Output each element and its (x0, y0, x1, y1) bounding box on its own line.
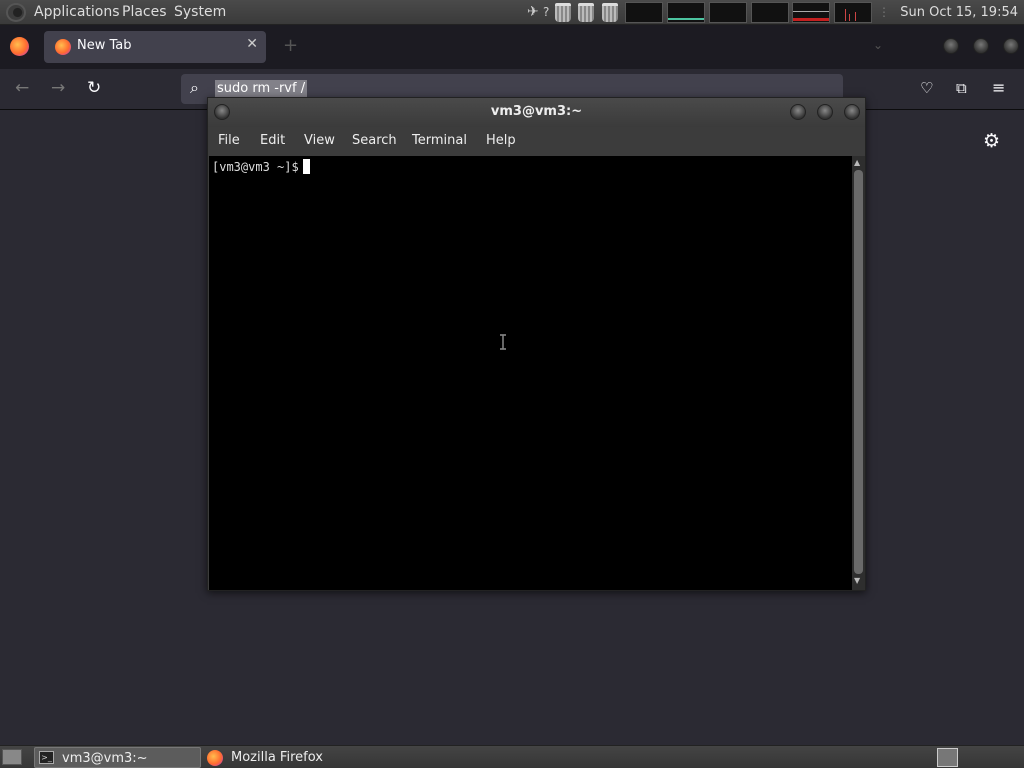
close-tab-icon[interactable]: ✕ (246, 36, 258, 52)
menu-edit[interactable]: Edit (260, 133, 285, 148)
terminal-menubar: File Edit View Search Terminal Help (208, 127, 865, 155)
terminal-icon: >_ (39, 751, 54, 764)
terminal-screen[interactable]: [vm3@vm3 ~]$ (209, 156, 852, 590)
menu-help[interactable]: Help (486, 133, 516, 148)
terminal-window[interactable]: vm3@vm3:~ File Edit View Search Terminal… (207, 97, 866, 591)
extensions-icon[interactable]: ⧉ (956, 79, 967, 97)
places-menu[interactable]: Places (122, 0, 167, 25)
new-tab-button[interactable]: + (283, 35, 298, 56)
system-monitor-disk[interactable] (834, 2, 872, 23)
pocket-icon[interactable]: ♡ (920, 79, 933, 97)
applications-menu[interactable]: Applications (34, 0, 120, 25)
terminal-scrollbar[interactable]: ▲ ▼ (852, 156, 865, 590)
firefox-tabstrip: New Tab ✕ + ⌄ (0, 25, 1024, 69)
menu-search[interactable]: Search (352, 133, 397, 148)
trash-icon[interactable] (555, 3, 571, 22)
maximize-window-icon[interactable] (973, 38, 989, 54)
settings-gear-icon[interactable]: ⚙ (983, 130, 1000, 152)
menu-terminal[interactable]: Terminal (412, 133, 467, 148)
ibeam-cursor-icon (500, 334, 506, 350)
scrollbar-thumb[interactable] (854, 170, 863, 574)
list-all-tabs-icon[interactable]: ⌄ (873, 38, 883, 52)
system-monitor-memory[interactable] (667, 2, 705, 23)
terminal-prompt: [vm3@vm3 ~]$ (212, 159, 310, 174)
minimize-icon[interactable] (790, 104, 806, 120)
system-monitor-network[interactable] (709, 2, 747, 23)
top-panel: Applications Places System ✈ ? ⋮ Sun Oct… (0, 0, 1024, 25)
help-icon[interactable]: ? (543, 3, 549, 22)
minimize-window-icon[interactable] (943, 38, 959, 54)
maximize-icon[interactable] (817, 104, 833, 120)
back-icon[interactable]: ← (15, 78, 29, 98)
terminal-titlebar[interactable]: vm3@vm3:~ (208, 98, 865, 127)
clock[interactable]: Sun Oct 15, 19:54 (900, 0, 1018, 25)
close-window-icon[interactable] (1003, 38, 1019, 54)
taskbar-item-firefox[interactable]: Mozilla Firefox (206, 747, 366, 768)
text-cursor (302, 159, 310, 174)
scroll-up-icon[interactable]: ▲ (854, 158, 860, 167)
panel-handle[interactable]: ⋮ (878, 3, 890, 22)
forward-icon[interactable]: → (51, 78, 65, 98)
taskbar-label: Mozilla Firefox (231, 750, 323, 765)
url-input[interactable]: sudo rm -rvf / (215, 80, 308, 98)
firefox-icon[interactable] (10, 37, 29, 56)
system-monitor-cpu[interactable] (625, 2, 663, 23)
terminal-title: vm3@vm3:~ (490, 104, 583, 119)
menu-view[interactable]: View (304, 133, 335, 148)
taskbar-label: vm3@vm3:~ (62, 751, 148, 766)
bottom-panel: >_ vm3@vm3:~ Mozilla Firefox (0, 745, 1024, 768)
firefox-favicon-icon (55, 39, 71, 55)
prompt-text: [vm3@vm3 ~]$ (212, 160, 299, 174)
search-icon: ⌕ (190, 78, 199, 97)
firefox-icon (207, 750, 223, 766)
scroll-down-icon[interactable]: ▼ (854, 576, 860, 585)
trash-icon[interactable] (602, 3, 618, 22)
tab-title: New Tab (77, 38, 132, 53)
show-desktop-icon[interactable] (2, 749, 22, 765)
system-menu[interactable]: System (174, 0, 226, 25)
system-monitor-swap[interactable] (751, 2, 789, 23)
system-monitor-load[interactable] (792, 2, 830, 23)
taskbar-item-terminal[interactable]: >_ vm3@vm3:~ (34, 747, 201, 768)
tab-new-tab[interactable]: New Tab ✕ (44, 31, 266, 63)
menu-file[interactable]: File (218, 133, 240, 148)
workspace-switcher[interactable] (937, 748, 958, 767)
reload-icon[interactable]: ↻ (87, 78, 101, 98)
network-icon[interactable]: ✈ (527, 3, 539, 22)
close-icon[interactable] (844, 104, 860, 120)
gnome-foot-icon[interactable] (6, 3, 26, 22)
trash-icon[interactable] (578, 3, 594, 22)
menu-icon[interactable]: ≡ (992, 78, 1005, 97)
